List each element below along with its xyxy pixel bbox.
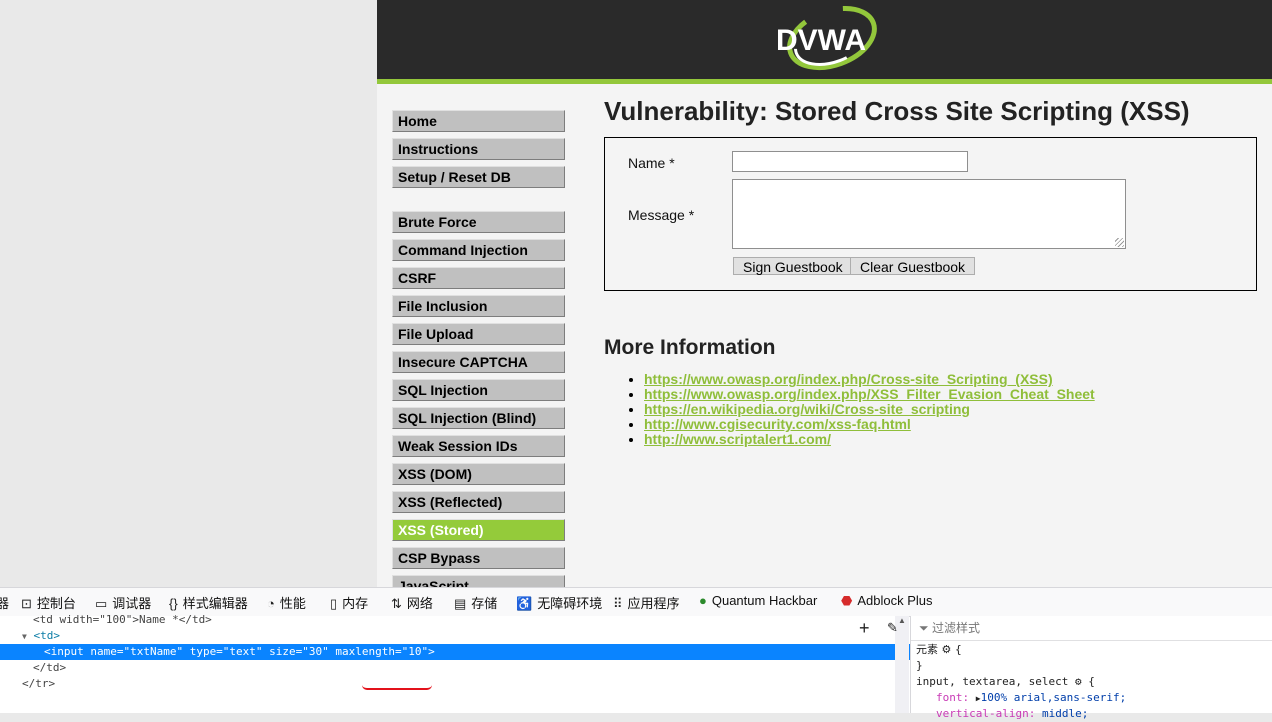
menu-item-weak-session-ids[interactable]: Weak Session IDs	[392, 435, 565, 457]
tab-console[interactable]: ⊡ 控制台	[21, 593, 76, 612]
tab-performance[interactable]: ◔ 性能	[267, 593, 306, 612]
resize-grip-icon[interactable]	[1115, 238, 1124, 247]
gear-icon[interactable]: ⚙	[942, 643, 952, 656]
adblock-icon: ⬣	[841, 593, 853, 608]
menu-item-xss-reflected[interactable]: XSS (Reflected)	[392, 491, 565, 513]
expand-triangle-icon[interactable]: ▼	[22, 632, 27, 641]
accessibility-icon: ♿	[516, 596, 533, 611]
list-item: https://en.wikipedia.org/wiki/Cross-site…	[644, 402, 1095, 417]
devtools-panel: 器 ⊡ 控制台 ▭ 调试器 {} 样式编辑器 ◔ 性能 ▯ 内存 ⇅ 网络 ▤ 存储 ♿ 无障碍…	[0, 587, 1272, 720]
menu-item-sql-injection[interactable]: SQL Injection	[392, 379, 565, 401]
tab-style-editor[interactable]: {} 样式编辑器	[169, 593, 248, 612]
element-rule: 元素 ⚙ {	[916, 643, 962, 656]
menu-item-csp-bypass[interactable]: CSP Bypass	[392, 547, 565, 569]
menu-item-insecure-captcha[interactable]: Insecure CAPTCHA	[392, 351, 565, 373]
code-line[interactable]: </td>	[0, 660, 926, 676]
tab-memory[interactable]: ▯ 内存	[330, 593, 368, 612]
link[interactable]: https://www.owasp.org/index.php/Cross-si…	[644, 371, 1053, 387]
style-editor-icon: {}	[169, 596, 178, 611]
menu-item-file-upload[interactable]: File Upload	[392, 323, 565, 345]
rule-declaration[interactable]: font: ▶100% arial,sans-serif;	[936, 690, 1126, 707]
input-rule-selector: input, textarea, select ⚙ {	[916, 675, 1095, 688]
list-item: http://www.scriptalert1.com/	[644, 432, 1095, 447]
link[interactable]: https://www.owasp.org/index.php/XSS_Filt…	[644, 386, 1095, 402]
inspector-actions: + ✎	[849, 616, 909, 640]
sign-guestbook-button[interactable]: Sign Guestbook	[733, 257, 853, 275]
list-item: https://www.owasp.org/index.php/XSS_Filt…	[644, 387, 1095, 402]
tab-application[interactable]: ⠿ 应用程序	[613, 593, 680, 612]
storage-icon: ▤	[454, 596, 467, 611]
filter-icon: ⏷	[919, 621, 932, 635]
console-icon: ⊡	[21, 596, 32, 611]
menu-item-home[interactable]: Home	[392, 110, 565, 132]
link[interactable]: http://www.cgisecurity.com/xss-faq.html	[644, 416, 911, 432]
clear-guestbook-button[interactable]: Clear Guestbook	[850, 257, 976, 275]
page-title: Vulnerability: Stored Cross Site Scripti…	[604, 96, 1190, 126]
svg-text:DVWA: DVWA	[776, 24, 866, 57]
application-icon: ⠿	[613, 596, 623, 611]
dvwa-page: DVWA Home Instructions Setup / Reset DB Bru…	[377, 0, 1272, 587]
performance-icon: ◔	[267, 596, 275, 611]
tab-storage[interactable]: ▤ 存储	[454, 593, 497, 612]
eyedropper-icon[interactable]: ✎	[887, 620, 898, 636]
name-label: Name *	[628, 155, 675, 171]
menu-item-javascript[interactable]: JavaScript	[392, 575, 565, 587]
menu-item-instructions[interactable]: Instructions	[392, 138, 565, 160]
menu-item-xss-stored[interactable]: XSS (Stored)	[392, 519, 565, 541]
filter-styles-input[interactable]: ⏷ 过滤样式	[911, 616, 1272, 641]
guestbook-form: Name * Message * Sign Guestbook Clear Gu…	[604, 137, 1257, 291]
message-textarea[interactable]	[732, 179, 1126, 249]
code-line[interactable]: <td width="100">Name *</td>	[0, 612, 926, 628]
menu-item-file-inclusion[interactable]: File Inclusion	[392, 295, 565, 317]
code-line[interactable]: </tr>	[0, 676, 915, 692]
html-inspector-pane[interactable]: <td width="100">Name *</td> ▼ <td> <inpu…	[0, 613, 937, 713]
code-line-selected[interactable]: <input name="txtName" type="text" size="…	[0, 644, 937, 660]
debugger-icon: ▭	[95, 596, 108, 611]
link[interactable]: http://www.scriptalert1.com/	[644, 431, 831, 447]
list-item: http://www.cgisecurity.com/xss-faq.html	[644, 417, 1095, 432]
tab-network[interactable]: ⇅ 网络	[391, 593, 433, 612]
menu-item-setup-reset-db[interactable]: Setup / Reset DB	[392, 166, 565, 188]
tab-quantum-hackbar[interactable]: ● Quantum Hackbar	[699, 593, 817, 608]
tab-accessibility[interactable]: ♿ 无障碍环境	[516, 593, 602, 612]
list-item: https://www.owasp.org/index.php/Cross-si…	[644, 372, 1095, 387]
main-content: Vulnerability: Stored Cross Site Scripti…	[604, 96, 1264, 447]
more-info-links: https://www.owasp.org/index.php/Cross-si…	[626, 372, 1095, 447]
menu-item-command-injection[interactable]: Command Injection	[392, 239, 565, 261]
more-info-heading: More Information	[604, 336, 776, 359]
gear-icon[interactable]: ⚙	[1075, 675, 1082, 688]
menu-separator	[392, 194, 562, 211]
rule-close: }	[916, 659, 923, 672]
memory-icon: ▯	[330, 596, 338, 611]
rule-declaration[interactable]: vertical-align: middle;	[936, 706, 1088, 722]
add-node-icon[interactable]: +	[859, 618, 870, 639]
link[interactable]: https://en.wikipedia.org/wiki/Cross-site…	[644, 401, 970, 417]
menu-item-sql-injection-blind[interactable]: SQL Injection (Blind)	[392, 407, 565, 429]
dvwa-logo: DVWA	[776, 6, 877, 70]
rules-pane: ⏷ 过滤样式 元素 ⚙ { } input, textarea, select …	[910, 616, 1272, 720]
tab-debugger[interactable]: ▭ 调试器	[95, 593, 151, 612]
menu-item-xss-dom[interactable]: XSS (DOM)	[392, 463, 565, 485]
code-line[interactable]: ▼ <td>	[0, 628, 915, 644]
tab-inspector[interactable]: 器	[0, 593, 9, 612]
message-label: Message *	[628, 207, 695, 223]
header: DVWA	[377, 0, 1272, 84]
network-icon: ⇅	[391, 596, 402, 611]
red-annotation-underline	[362, 685, 432, 690]
menu-item-csrf[interactable]: CSRF	[392, 267, 565, 289]
menu-item-brute-force[interactable]: Brute Force	[392, 211, 565, 233]
blank-area	[0, 0, 377, 587]
tab-adblock-plus[interactable]: ⬣ Adblock Plus	[841, 593, 933, 609]
name-input[interactable]	[732, 151, 968, 172]
hackbar-icon: ●	[699, 593, 707, 608]
side-menu: Home Instructions Setup / Reset DB Brute Fo…	[392, 110, 565, 587]
